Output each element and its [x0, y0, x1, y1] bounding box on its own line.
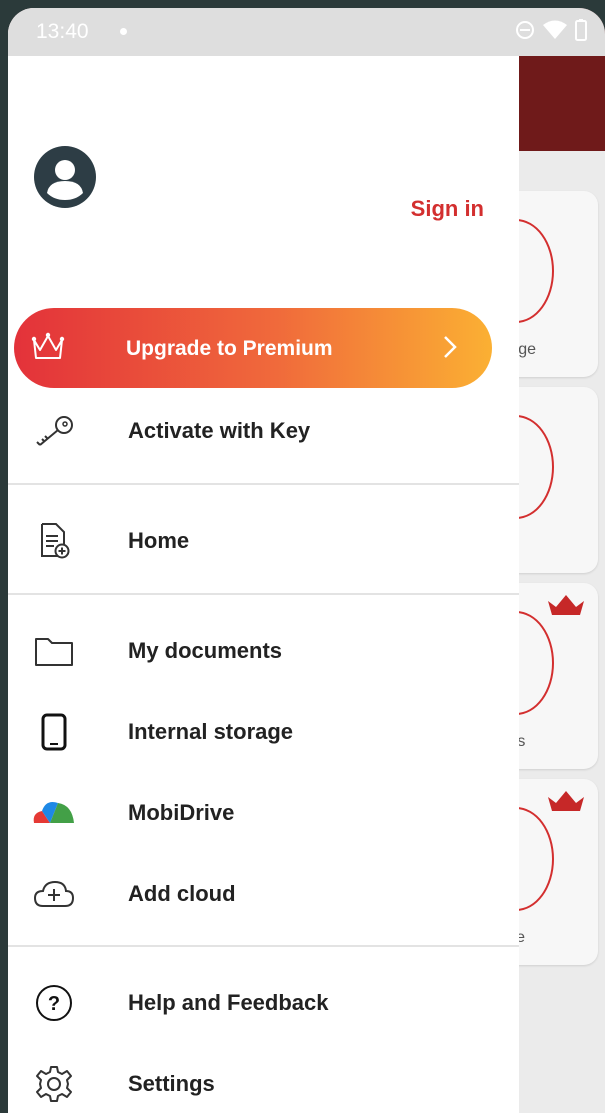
menu-item-add-cloud[interactable]: Add cloud: [8, 859, 519, 929]
menu-item-label: Help and Feedback: [128, 990, 329, 1015]
sign-in-button[interactable]: Sign in: [411, 196, 484, 222]
account-avatar-icon[interactable]: [34, 146, 96, 208]
phone-screen: mage t DFs ffice 13:40: [8, 8, 605, 1113]
menu-item-help-feedback[interactable]: ? Help and Feedback: [8, 968, 519, 1038]
menu-item-label: MobiDrive: [128, 800, 235, 825]
key-icon: [36, 416, 73, 446]
notification-dot-icon: [120, 28, 127, 35]
cloud-add-icon: [33, 880, 75, 907]
divider: [8, 945, 519, 947]
menu-item-home[interactable]: Home: [8, 506, 519, 576]
crown-icon: [548, 791, 584, 811]
chevron-right-icon: [444, 336, 457, 358]
crown-icon: [548, 595, 584, 615]
wifi-icon: [543, 20, 567, 39]
status-time: 13:40: [36, 20, 89, 43]
folder-icon: [35, 638, 73, 666]
divider: [8, 593, 519, 595]
premium-crown-icon: [31, 332, 65, 359]
menu-item-label: Internal storage: [128, 719, 294, 744]
phone-icon: [41, 713, 67, 751]
navigation-drawer: Sign in Upgrade to Premium Activate with…: [8, 8, 519, 1113]
status-icons: [515, 19, 587, 41]
menu-item-label: Activate with Key: [128, 418, 311, 443]
mobidrive-icon: [33, 802, 74, 823]
help-icon: ?: [36, 985, 72, 1021]
menu-item-my-documents[interactable]: My documents: [8, 616, 519, 686]
premium-label: Upgrade to Premium: [126, 337, 333, 360]
svg-text:?: ?: [48, 993, 60, 1015]
battery-icon: [575, 19, 587, 41]
status-bar: 13:40: [8, 8, 605, 56]
menu-item-activate-key[interactable]: Activate with Key: [8, 396, 519, 466]
divider: [8, 483, 519, 485]
menu-item-mobidrive[interactable]: MobiDrive: [8, 778, 519, 848]
menu-item-label: Settings: [128, 1071, 215, 1096]
document-add-icon: [41, 523, 70, 559]
menu-item-internal-storage[interactable]: Internal storage: [8, 697, 519, 767]
upgrade-premium-button[interactable]: Upgrade to Premium: [14, 308, 492, 388]
menu-item-label: Add cloud: [128, 881, 236, 906]
menu-item-settings[interactable]: Settings: [8, 1049, 519, 1113]
menu-item-label: Home: [128, 528, 190, 553]
gear-icon: [36, 1066, 72, 1102]
dnd-icon: [516, 21, 534, 39]
menu-item-label: My documents: [128, 638, 283, 663]
